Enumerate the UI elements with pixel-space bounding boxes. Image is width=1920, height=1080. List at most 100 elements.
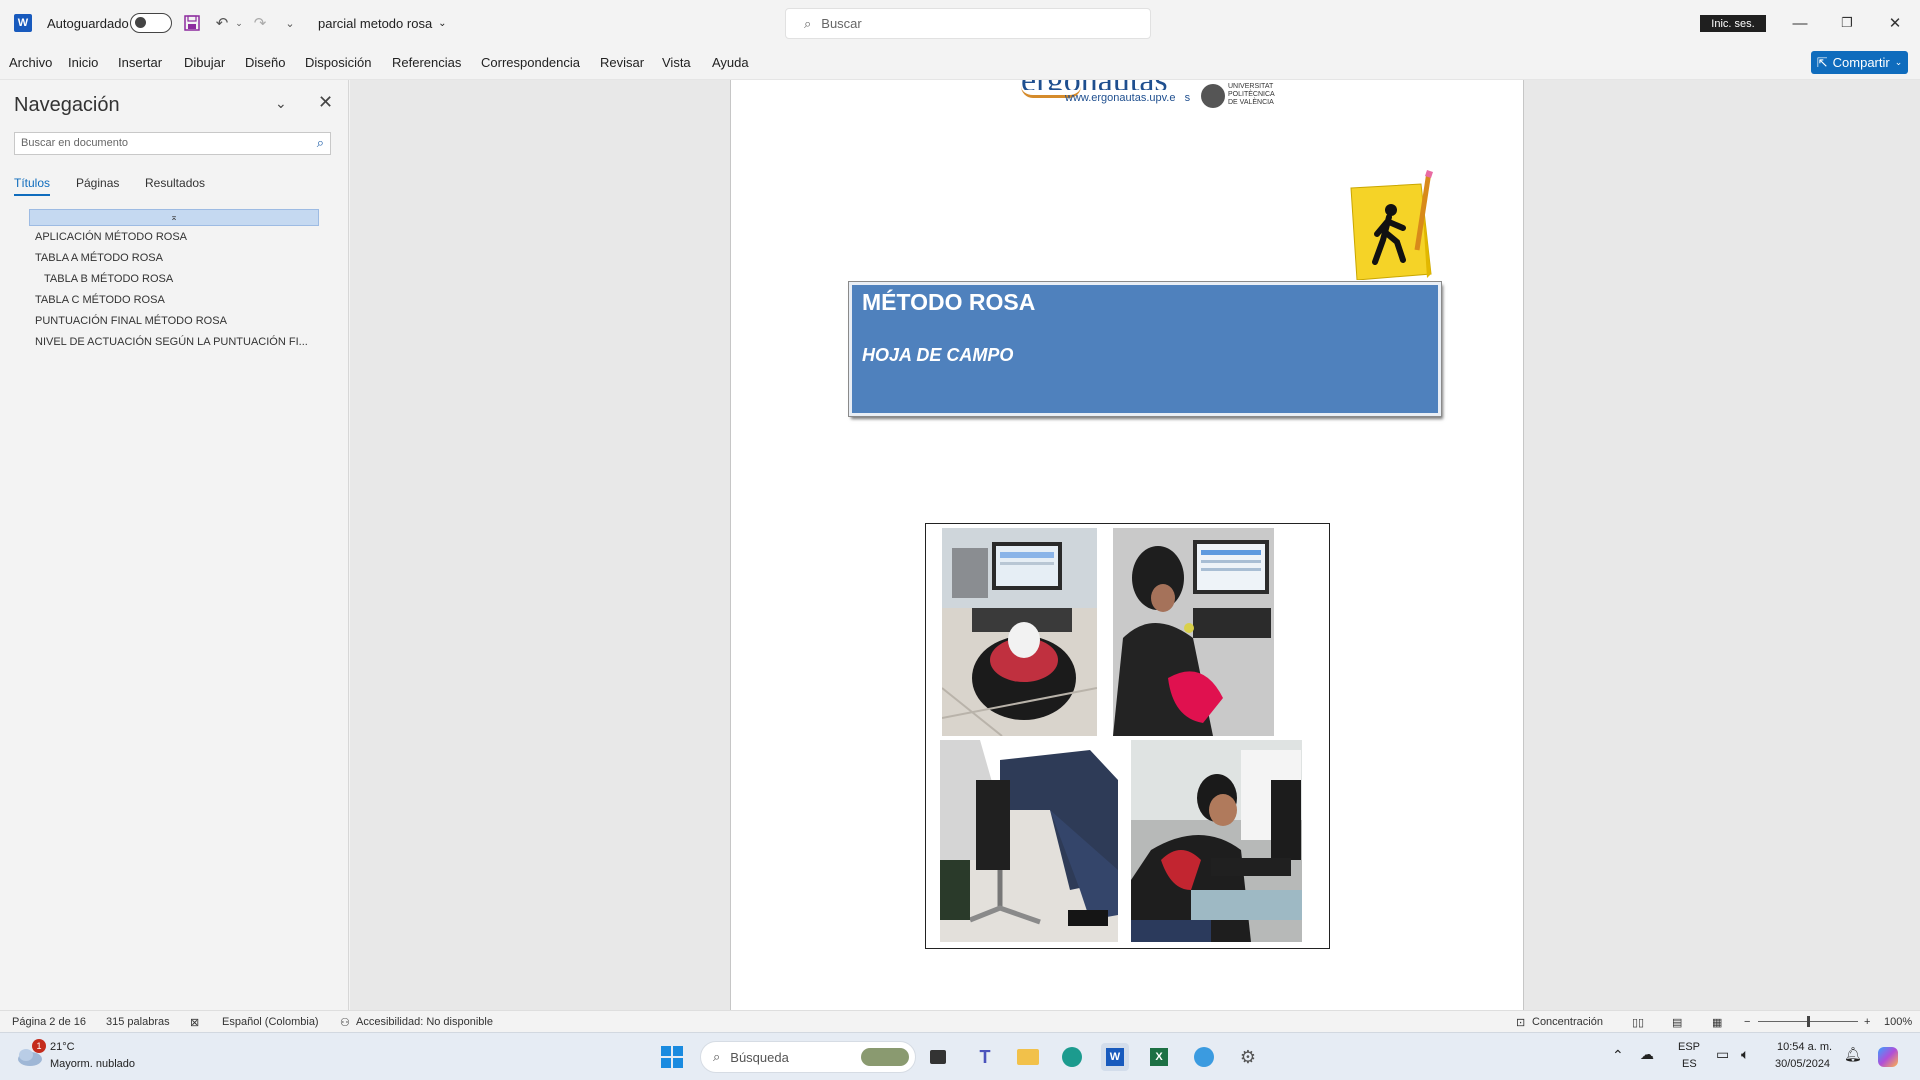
document-title[interactable]: parcial metodo rosa ⌄ — [318, 16, 447, 31]
document-title-text: parcial metodo rosa — [318, 16, 433, 31]
task-view-icon[interactable] — [924, 1043, 952, 1071]
tab-revisar[interactable]: Revisar — [600, 55, 644, 70]
photo-worker-top-view[interactable] — [942, 528, 1097, 736]
search-icon[interactable]: ⌕ — [317, 135, 324, 151]
tab-archivo[interactable]: Archivo — [9, 55, 52, 70]
tab-correspondencia[interactable]: Correspondencia — [481, 55, 580, 70]
restore-icon[interactable]: ❐ — [1836, 12, 1858, 34]
edge-icon[interactable] — [1058, 1043, 1086, 1071]
proofing-icon[interactable]: ⊠ — [190, 1016, 199, 1029]
univ-line: UNIVERSITAT — [1228, 83, 1274, 90]
zoom-out-icon[interactable]: − — [1744, 1016, 1750, 1028]
redo-icon[interactable]: ↷ — [250, 13, 270, 33]
settings-icon[interactable]: ⚙ — [1234, 1043, 1262, 1071]
tab-titulos[interactable]: Títulos — [14, 176, 51, 196]
tab-diseno[interactable]: Diseño — [245, 55, 285, 70]
notifications-icon[interactable]: 🔔︎ — [1844, 1046, 1862, 1063]
photo-worker-typing[interactable] — [1131, 740, 1302, 942]
nav-heading-item[interactable]: TABLA A MÉTODO ROSA — [35, 252, 163, 264]
accessibility-status[interactable]: Accesibilidad: No disponible — [356, 1016, 493, 1028]
focus-mode-button[interactable]: Concentración — [1532, 1016, 1603, 1028]
undo-dropdown-icon[interactable]: ⌄ — [229, 13, 249, 33]
document-subtitle: HOJA DE CAMPO — [862, 345, 1014, 365]
word-count[interactable]: 315 palabras — [106, 1016, 170, 1028]
document-page[interactable]: ergonautas www.ergonautas.upv.e s UNIVER… — [730, 80, 1524, 1010]
logo-url-main: www.ergonautas.upv.e — [1065, 92, 1176, 104]
tab-dibujar[interactable]: Dibujar — [184, 55, 225, 70]
page-count[interactable]: Página 2 de 16 — [12, 1016, 86, 1028]
chevron-down-icon: ⌄ — [438, 18, 447, 29]
excel-icon[interactable]: X — [1145, 1043, 1173, 1071]
univ-line: POLITÈCNICA — [1228, 91, 1275, 98]
university-name: UNIVERSITAT POLITÈCNICA DE VALÈNCIA — [1228, 83, 1275, 107]
clock-date[interactable]: 30/05/2024 — [1775, 1058, 1830, 1070]
nav-heading-selected[interactable]: ⌅ — [29, 209, 319, 226]
copilot-icon[interactable] — [1874, 1043, 1902, 1071]
tab-ayuda[interactable]: Ayuda — [712, 55, 749, 70]
status-bar: Página 2 de 16 315 palabras ⊠ Español (C… — [0, 1010, 1920, 1032]
language-bottom[interactable]: ES — [1682, 1058, 1697, 1070]
network-icon[interactable]: ▭ — [1716, 1046, 1729, 1063]
clock-time[interactable]: 10:54 a. m. — [1777, 1041, 1832, 1053]
document-canvas[interactable]: ergonautas www.ergonautas.upv.e s UNIVER… — [350, 80, 1920, 1010]
tab-disposicion[interactable]: Disposición — [305, 55, 371, 70]
maps-icon[interactable] — [1190, 1043, 1218, 1071]
share-icon: ⇱ — [1816, 54, 1828, 70]
word-taskbar-icon[interactable]: W — [1101, 1043, 1129, 1071]
chevron-down-icon[interactable]: ⌄ — [275, 95, 287, 112]
photo-worker-seated-legs[interactable] — [940, 740, 1118, 942]
volume-icon[interactable]: 🔈︎ — [1741, 1046, 1749, 1063]
nav-heading-item[interactable]: NIVEL DE ACTUACIÓN SEGÚN LA PUNTUACIÓN F… — [35, 336, 308, 348]
logo-url-tail: s — [1184, 92, 1191, 104]
print-layout-icon[interactable]: ▤ — [1672, 1016, 1682, 1029]
nav-title: Navegación — [14, 94, 120, 116]
nav-heading-item[interactable]: PUNTUACIÓN FINAL MÉTODO ROSA — [35, 315, 227, 327]
zoom-level[interactable]: 100% — [1884, 1016, 1912, 1028]
word-icon: W — [14, 14, 32, 32]
tab-insertar[interactable]: Insertar — [118, 55, 162, 70]
sign-in-button[interactable]: Inic. ses. — [1700, 15, 1766, 32]
tab-vista[interactable]: Vista — [662, 55, 691, 70]
weather-desc: Mayorm. nublado — [50, 1058, 135, 1070]
tab-resultados[interactable]: Resultados — [145, 176, 205, 190]
customize-toolbar-icon[interactable]: ⌄ — [280, 13, 300, 33]
nav-heading-item[interactable]: TABLA B MÉTODO ROSA — [44, 273, 173, 285]
taskbar-search[interactable]: ⌕ Búsqueda — [700, 1041, 916, 1073]
autosave-toggle[interactable] — [130, 13, 172, 33]
close-icon[interactable]: ✕ — [318, 92, 333, 113]
weather-temp: 21°C — [50, 1041, 75, 1053]
share-button[interactable]: ⇱ Compartir ⌄ — [1811, 51, 1908, 74]
language-top[interactable]: ESP — [1678, 1041, 1700, 1053]
zoom-slider-thumb[interactable] — [1807, 1016, 1810, 1027]
windows-start-icon[interactable] — [658, 1043, 686, 1071]
search-highlight-image — [861, 1048, 909, 1066]
save-icon[interactable] — [182, 13, 202, 33]
tab-inicio[interactable]: Inicio — [68, 55, 98, 70]
tab-referencias[interactable]: Referencias — [392, 55, 461, 70]
language-status[interactable]: Español (Colombia) — [222, 1016, 319, 1028]
tab-paginas[interactable]: Páginas — [76, 176, 119, 190]
search-icon: ⌕ — [713, 1049, 721, 1064]
nav-search-input[interactable]: Buscar en documento ⌕ — [14, 132, 331, 155]
ribbon-tabs: Archivo Inicio Insertar Dibujar Diseño D… — [0, 46, 1920, 80]
nav-heading-item[interactable]: TABLA C MÉTODO ROSA — [35, 294, 165, 306]
chevron-up-icon[interactable]: ⌃ — [1612, 1047, 1624, 1064]
close-icon[interactable]: ✕ — [1884, 12, 1906, 34]
minimize-icon[interactable]: — — [1789, 12, 1811, 34]
taskbar-search-label: Búsqueda — [730, 1049, 789, 1065]
photo-collage[interactable] — [925, 523, 1330, 949]
zoom-in-icon[interactable]: + — [1864, 1016, 1870, 1028]
taskbar: 1 21°C Mayorm. nublado ⌕ Búsqueda T W X … — [0, 1032, 1920, 1080]
web-layout-icon[interactable]: ▦ — [1712, 1016, 1722, 1029]
chevron-down-icon: ⌄ — [1894, 57, 1903, 67]
photo-worker-phone[interactable] — [1113, 528, 1274, 736]
onedrive-icon[interactable]: ☁ — [1640, 1046, 1654, 1063]
teams-icon[interactable]: T — [971, 1043, 999, 1071]
search-input[interactable]: ⌕ Buscar — [785, 8, 1151, 39]
notification-badge: 1 — [32, 1039, 46, 1053]
univ-line: DE VALÈNCIA — [1228, 99, 1274, 106]
nav-heading-item[interactable]: APLICACIÓN MÉTODO ROSA — [35, 231, 187, 243]
read-mode-icon[interactable]: ▯▯ — [1632, 1016, 1644, 1029]
navigation-pane: Navegación ⌄ ✕ Buscar en documento ⌕ Tít… — [0, 80, 349, 1010]
file-explorer-icon[interactable] — [1014, 1043, 1042, 1071]
